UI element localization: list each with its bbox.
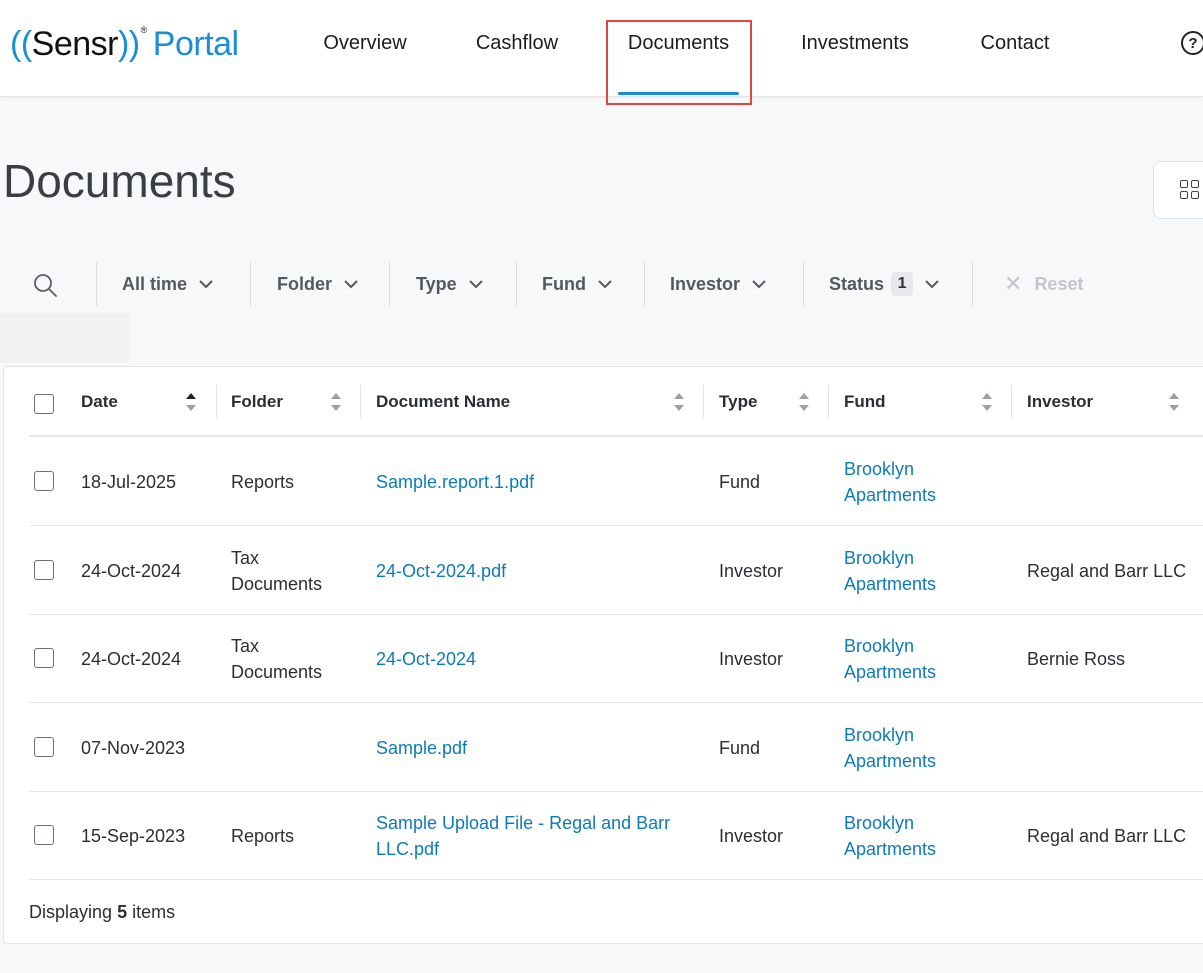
filter-status[interactable]: Status 1: [829, 262, 939, 306]
cell-folder: Tax Documents: [231, 636, 323, 682]
chevron-down-icon: [925, 280, 939, 289]
row-checkbox[interactable]: [34, 737, 54, 757]
cell-investor: Regal and Barr LLC: [1027, 826, 1187, 846]
column-date[interactable]: Date: [81, 367, 118, 437]
column-type[interactable]: Type: [719, 367, 757, 437]
filter-bar: All time Folder Type Fund Investor Statu…: [0, 262, 1203, 306]
document-link[interactable]: Sample.pdf: [376, 703, 686, 792]
sensr-portal-logo[interactable]: (( Sensr )) ® Portal: [10, 22, 239, 66]
sort-icon[interactable]: [981, 391, 993, 413]
column-fund[interactable]: Fund: [844, 367, 886, 437]
sort-icon[interactable]: [1168, 391, 1180, 413]
close-icon: ✕: [1004, 271, 1023, 296]
cell-folder: Reports: [231, 826, 295, 846]
filter-type[interactable]: Type: [416, 262, 483, 306]
question-circle-icon[interactable]: ?: [1181, 31, 1203, 55]
table-row[interactable]: 18-Jul-2025 Reports Sample.report.1.pdf …: [29, 437, 1203, 526]
nav-contact[interactable]: Contact: [968, 0, 1062, 97]
row-checkbox[interactable]: [34, 648, 54, 668]
documents-table: Date Folder Document Name Type Fund Inve…: [3, 366, 1203, 944]
sort-icon[interactable]: [330, 391, 342, 413]
fund-link[interactable]: Brooklyn Apartments: [844, 526, 954, 615]
table-row[interactable]: 15-Sep-2023 Reports Sample Upload File -…: [29, 792, 1203, 880]
nav-overview[interactable]: Overview: [312, 0, 418, 97]
fund-link[interactable]: Brooklyn Apartments: [844, 703, 954, 792]
chevron-down-icon: [468, 280, 483, 289]
document-link[interactable]: 24-Oct-2024.pdf: [376, 526, 686, 615]
cell-date: 15-Sep-2023: [81, 826, 186, 846]
cell-date: 24-Oct-2024: [81, 560, 182, 581]
column-folder[interactable]: Folder: [231, 367, 283, 437]
top-header: (( Sensr )) ® Portal Overview Cashflow D…: [0, 0, 1203, 97]
cell-type: Investor: [719, 826, 784, 846]
status-count-badge: 1: [891, 272, 914, 296]
chevron-down-icon: [752, 280, 766, 289]
cell-date: 18-Jul-2025: [81, 471, 177, 492]
sort-asc-icon[interactable]: [185, 391, 197, 413]
fund-link[interactable]: Brooklyn Apartments: [844, 792, 954, 880]
table-row[interactable]: 07-Nov-2023 Sample.pdf Fund Brooklyn Apa…: [29, 703, 1203, 792]
row-checkbox[interactable]: [34, 825, 54, 845]
document-link[interactable]: 24-Oct-2024: [376, 615, 686, 703]
sort-icon[interactable]: [673, 391, 685, 413]
filter-all-time[interactable]: All time: [122, 262, 213, 306]
fund-link[interactable]: Brooklyn Apartments: [844, 615, 954, 703]
filter-folder[interactable]: Folder: [277, 262, 358, 306]
cell-type: Investor: [719, 649, 784, 669]
cell-date: 24-Oct-2024: [81, 649, 182, 669]
column-document-name[interactable]: Document Name: [376, 367, 510, 437]
column-investor[interactable]: Investor: [1027, 367, 1093, 437]
filter-fund[interactable]: Fund: [542, 262, 612, 306]
chevron-down-icon: [199, 280, 213, 289]
page-title: Documents: [3, 155, 236, 207]
cell-investor: Regal and Barr LLC: [1027, 560, 1187, 581]
cell-investor: Bernie Ross: [1027, 649, 1126, 669]
cell-folder: Reports: [231, 471, 295, 492]
cell-type: Investor: [719, 560, 784, 581]
table-header: Date Folder Document Name Type Fund Inve…: [29, 367, 1203, 437]
reset-filters-button[interactable]: ✕ Reset: [1004, 262, 1083, 306]
grid-view-icon: [1180, 180, 1200, 200]
fund-link[interactable]: Brooklyn Apartments: [844, 437, 954, 526]
document-link[interactable]: Sample.report.1.pdf: [376, 437, 686, 526]
view-toggle-button[interactable]: [1153, 161, 1203, 219]
filter-investor[interactable]: Investor: [670, 262, 766, 306]
chevron-down-icon: [598, 280, 612, 289]
search-icon[interactable]: [33, 273, 57, 297]
sort-icon[interactable]: [798, 391, 810, 413]
row-checkbox[interactable]: [34, 471, 54, 491]
nav-cashflow[interactable]: Cashflow: [466, 0, 568, 97]
document-link[interactable]: Sample Upload File - Regal and Barr LLC.…: [376, 792, 686, 880]
cell-type: Fund: [719, 471, 761, 492]
cell-folder: Tax Documents: [231, 547, 323, 594]
row-checkbox[interactable]: [34, 560, 54, 580]
cell-type: Fund: [719, 737, 761, 758]
cell-date: 07-Nov-2023: [81, 737, 186, 758]
item-count: Displaying 5 items: [29, 902, 176, 922]
cell-folder: [231, 703, 341, 792]
table-row[interactable]: 24-Oct-2024 Tax Documents 24-Oct-2024 In…: [29, 615, 1203, 703]
chevron-down-icon: [344, 280, 358, 289]
select-all-checkbox[interactable]: [34, 394, 54, 414]
table-row[interactable]: 24-Oct-2024 Tax Documents 24-Oct-2024.pd…: [29, 526, 1203, 615]
placeholder-block: [0, 313, 129, 363]
nav-investments[interactable]: Investments: [788, 0, 922, 97]
nav-documents[interactable]: Documents: [612, 0, 745, 97]
